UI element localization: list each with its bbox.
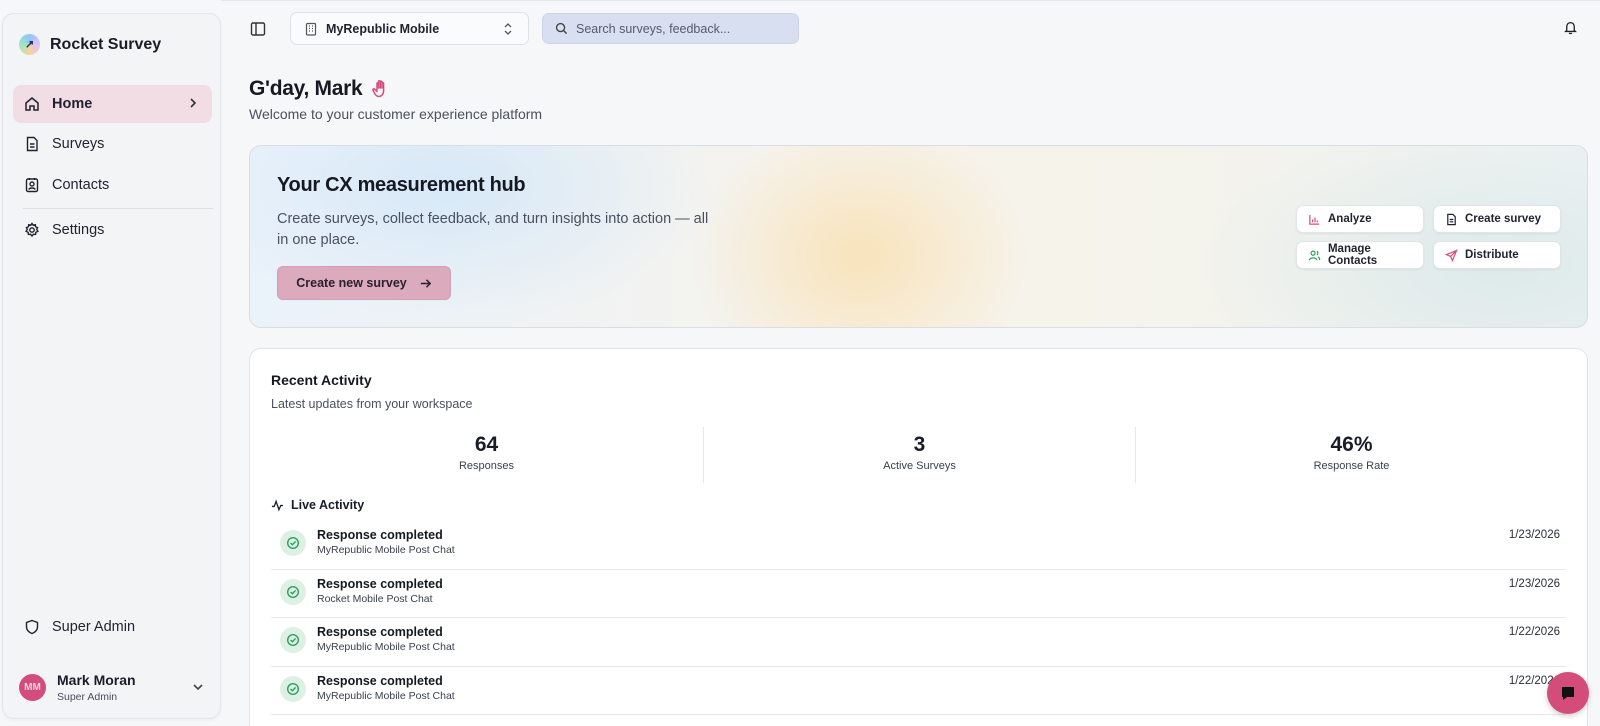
activity-title: Response completed — [317, 673, 443, 688]
activity-description: MyRepublic Mobile Post Chat — [317, 544, 455, 556]
building-icon — [305, 22, 317, 36]
notification-bell-icon[interactable] — [1563, 20, 1578, 35]
cta-label: Create new survey — [296, 276, 407, 290]
live-activity-list: Response completed MyRepublic Mobile Pos… — [271, 521, 1566, 715]
rocket-logo-icon — [19, 34, 40, 55]
sidebar-item-surveys[interactable]: Surveys — [13, 125, 212, 163]
hero-description: Create surveys, collect feedback, and tu… — [277, 211, 709, 248]
create-new-survey-button[interactable]: Create new survey — [277, 266, 451, 300]
check-circle-icon — [280, 578, 306, 605]
welcome-subtitle: Welcome to your customer experience plat… — [249, 106, 543, 122]
sidebar-item-label: Settings — [52, 222, 105, 238]
sidebar-item-home[interactable]: Home — [13, 85, 212, 123]
greeting: G'day, Mark — [249, 77, 392, 101]
activity-description: MyRepublic Mobile Post Chat — [317, 641, 455, 653]
check-circle-icon — [280, 530, 306, 556]
activity-description: Rocket Mobile Post Chat — [317, 592, 433, 605]
create-survey-label: Create survey — [1465, 213, 1542, 225]
activity-date: 1/23/2026 — [1508, 529, 1560, 541]
top-divider — [221, 0, 1600, 1]
search-bar[interactable] — [542, 13, 799, 44]
check-circle-icon — [280, 627, 306, 653]
chat-bubble-icon — [1562, 687, 1574, 700]
live-activity-title: Live Activity — [291, 498, 365, 512]
list-item[interactable]: Response completed Rocket Mobile Post Ch… — [271, 570, 1566, 618]
stat-responses: 64 Responses — [271, 427, 702, 472]
stat-value: 3 — [913, 433, 926, 456]
analyze-label: Analyze — [1328, 213, 1372, 225]
document-icon — [26, 136, 38, 152]
sidebar-item-label: Surveys — [52, 136, 105, 152]
sidebar-item-super-admin[interactable]: Super Admin — [13, 608, 212, 646]
nav-divider — [23, 208, 213, 209]
create-survey-button[interactable]: Create survey — [1433, 205, 1561, 233]
stat-label: Response Rate — [1313, 460, 1390, 472]
stat-active-surveys: 3 Active Surveys — [704, 427, 1135, 472]
hero-title: Your CX measurement hub — [277, 174, 526, 196]
list-item[interactable]: Response completed MyRepublic Mobile Pos… — [271, 521, 1566, 570]
stat-label: Responses — [458, 460, 515, 472]
stat-value: 46% — [1330, 433, 1373, 456]
distribute-label: Distribute — [1465, 249, 1519, 261]
activity-pulse-icon — [271, 498, 284, 511]
recent-activity-card: Recent Activity Latest updates from your… — [249, 348, 1588, 726]
shield-icon — [25, 619, 39, 635]
search-input[interactable] — [576, 21, 776, 36]
hero-card: Your CX measurement hub Create surveys, … — [249, 145, 1588, 328]
sidebar-item-label: Home — [52, 96, 93, 112]
recent-activity-subtitle: Latest updates from your workspace — [271, 397, 473, 411]
stat-label: Active Surveys — [883, 460, 956, 472]
user-role: Super Admin — [57, 690, 118, 703]
contact-card-icon — [25, 178, 39, 193]
check-circle-icon — [280, 675, 306, 702]
organization-name: MyRepublic Mobile — [326, 21, 440, 36]
document-icon — [1447, 213, 1456, 225]
list-item[interactable]: Response completed MyRepublic Mobile Pos… — [271, 618, 1566, 667]
sidebar: Rocket Survey Home Surveys Contacts Sett… — [2, 13, 221, 719]
users-icon — [1308, 250, 1321, 260]
distribute-button[interactable]: Distribute — [1433, 241, 1561, 269]
user-name: Mark Moran — [57, 671, 136, 688]
sidebar-item-settings[interactable]: Settings — [13, 211, 212, 249]
page-title: G'day, Mark — [249, 77, 363, 100]
arrow-right-icon — [420, 278, 431, 288]
sidebar-toggle-icon[interactable] — [250, 21, 266, 37]
chevron-down-icon — [193, 684, 203, 691]
activity-date: 1/22/2026 — [1508, 626, 1560, 638]
stat-value: 64 — [474, 433, 499, 456]
bar-chart-icon — [1309, 214, 1320, 225]
manage-contacts-button[interactable]: Manage Contacts — [1296, 241, 1424, 269]
activity-description: MyRepublic Mobile Post Chat — [317, 689, 455, 702]
home-icon — [25, 97, 39, 111]
gear-icon — [25, 222, 39, 238]
user-menu[interactable]: MM Mark Moran Super Admin — [19, 666, 209, 708]
stat-response-rate: 46% Response Rate — [1136, 427, 1567, 472]
activity-date: 1/23/2026 — [1508, 577, 1560, 590]
brand[interactable]: Rocket Survey — [19, 34, 161, 55]
analyze-button[interactable]: Analyze — [1296, 205, 1424, 233]
chevron-updown-icon — [504, 23, 512, 35]
manage-contacts-label: Manage Contacts — [1327, 243, 1378, 267]
sidebar-item-contacts[interactable]: Contacts — [13, 166, 212, 204]
search-icon — [555, 22, 568, 35]
activity-title: Response completed — [317, 625, 443, 639]
avatar: MM — [19, 673, 46, 701]
live-activity-header: Live Activity — [271, 498, 364, 512]
organization-select[interactable]: MyRepublic Mobile — [290, 12, 529, 45]
list-item[interactable]: Response completed MyRepublic Mobile Pos… — [271, 667, 1566, 715]
brand-name: Rocket Survey — [50, 35, 162, 53]
activity-title: Response completed — [317, 528, 443, 542]
sidebar-item-label: Super Admin — [52, 619, 136, 635]
chat-launcher-button[interactable] — [1547, 672, 1589, 714]
chevron-right-icon — [190, 98, 197, 108]
waving-hand-icon — [372, 80, 385, 98]
send-icon — [1445, 248, 1458, 262]
sidebar-item-label: Contacts — [52, 177, 110, 193]
activity-title: Response completed — [317, 576, 443, 591]
recent-activity-title: Recent Activity — [271, 372, 372, 388]
